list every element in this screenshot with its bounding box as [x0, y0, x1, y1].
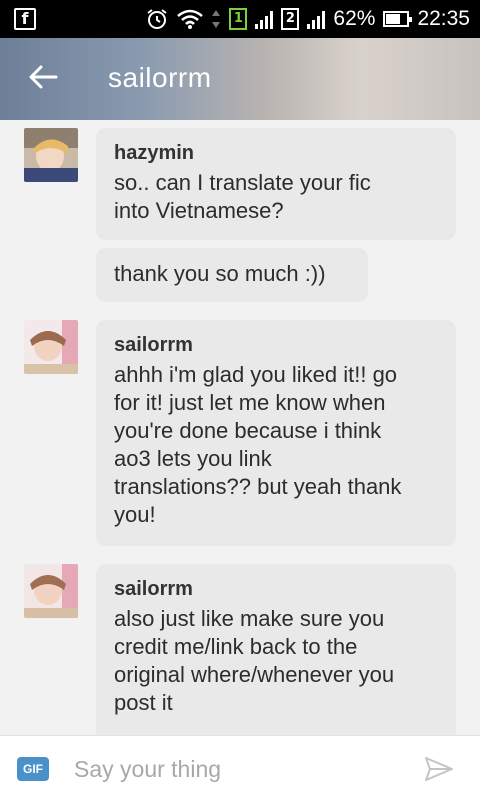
- facebook-icon: f: [14, 8, 36, 30]
- compose-bar: GIF: [0, 735, 480, 800]
- wifi-icon: [177, 9, 204, 29]
- message-text: thank you so much :)): [114, 261, 326, 286]
- avatar[interactable]: [24, 320, 78, 374]
- message-list[interactable]: hazymin so.. can I translate your fic in…: [0, 120, 480, 735]
- alarm-icon: [147, 9, 168, 29]
- send-icon[interactable]: [424, 756, 454, 782]
- message-bubble[interactable]: sailorrm ahhh i'm glad you liked it!! go…: [96, 320, 456, 546]
- message-bubble[interactable]: thank you so much :)): [96, 248, 368, 302]
- data-arrows-icon: [212, 10, 221, 28]
- signal1-icon: [255, 9, 274, 29]
- clock: 22:35: [417, 7, 470, 30]
- message-input[interactable]: [66, 750, 396, 788]
- message-bubble[interactable]: hazymin so.. can I translate your fic in…: [96, 128, 456, 240]
- message-text: so.. can I translate your fic into Vietn…: [114, 170, 371, 223]
- chat-header: sailorrm: [0, 38, 480, 120]
- message-author: hazymin: [114, 142, 195, 164]
- status-bar: f 1 2 62% 22:35: [0, 0, 480, 38]
- back-arrow-icon[interactable]: [26, 60, 60, 94]
- sim2-indicator: 2: [281, 8, 300, 30]
- status-icons: 1 2 62% 22:35: [145, 0, 470, 38]
- battery-icon: [383, 11, 413, 27]
- avatar[interactable]: [24, 128, 78, 182]
- sim1-indicator: 1: [229, 8, 248, 30]
- signal2-icon: [307, 9, 326, 29]
- gif-button[interactable]: GIF: [17, 757, 49, 781]
- message-author: sailorrm: [114, 578, 193, 600]
- conversation-title: sailorrm: [108, 62, 212, 93]
- message-text: also just like make sure you credit me/l…: [114, 606, 395, 715]
- message-author: sailorrm: [114, 334, 193, 356]
- battery-percent: 62%: [333, 7, 376, 30]
- message-text: ahhh i'm glad you liked it!! go for it! …: [114, 362, 402, 527]
- avatar[interactable]: [24, 564, 78, 618]
- message-bubble[interactable]: sailorrm also just like make sure you cr…: [96, 564, 456, 735]
